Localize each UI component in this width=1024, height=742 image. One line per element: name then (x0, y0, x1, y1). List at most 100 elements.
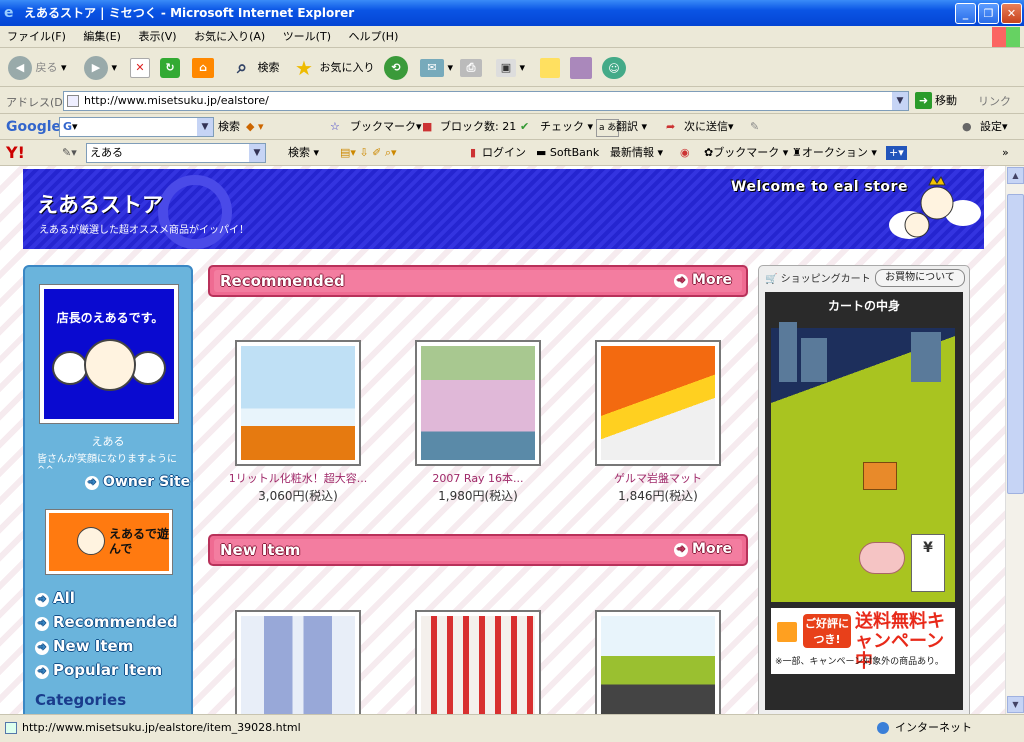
product-image[interactable] (415, 610, 541, 714)
menu-view[interactable]: 表示(V) (131, 26, 183, 48)
nav-recommended-label: Recommended (53, 613, 178, 631)
nav-new-item[interactable]: ➜ New Item (35, 637, 133, 655)
auction-button[interactable]: ♜オークション ▾ (792, 140, 877, 166)
research-button[interactable] (570, 54, 592, 82)
google-search-button[interactable]: 検索 (218, 114, 240, 140)
news-button[interactable]: 最新情報 ▾ (610, 140, 663, 166)
scroll-up-icon[interactable]: ▲ (1007, 167, 1024, 184)
maximize-button[interactable]: ❐ (978, 3, 999, 24)
owner-site-link[interactable]: ➜ Owner Site (85, 474, 190, 490)
window-title-bar[interactable]: e えあるストア | ミセつく - Microsoft Internet Exp… (0, 0, 1024, 26)
product-name[interactable]: 2007 Ray 16本... (388, 470, 568, 486)
yahoo-logo[interactable]: Y! (6, 140, 25, 166)
yahoo-search-button[interactable]: 検索 ▾ (288, 140, 319, 166)
address-url: http://www.misetsuku.jp/ealstore/ (84, 94, 269, 107)
menu-file[interactable]: ファイル(F) (0, 26, 73, 48)
address-input[interactable]: http://www.misetsuku.jp/ealstore/ ▼ (63, 91, 909, 111)
owner-avatar[interactable]: 店長のえあるです。 (39, 284, 179, 424)
arrow-bullet-icon: ➜ (35, 593, 49, 607)
toolbar-overflow-icon[interactable]: » (1002, 140, 1009, 166)
nav-popular-item[interactable]: ➜ Popular Item (35, 661, 162, 679)
product-image[interactable] (235, 610, 361, 714)
product-image[interactable] (595, 610, 721, 714)
pencil-icon[interactable]: ✎▾ (62, 140, 77, 166)
ie-app-icon: e (4, 5, 14, 21)
nav-recommended[interactable]: ➜ Recommended (35, 613, 178, 631)
new-item-more-link[interactable]: ➜ More (674, 541, 732, 557)
edit-button[interactable]: ▣ ▾ (496, 54, 525, 82)
nav-all[interactable]: ➜ All (35, 589, 75, 607)
google-bookmarks-button[interactable]: ブックマーク▾ (350, 114, 422, 140)
stop-button[interactable]: ✕ (130, 54, 150, 82)
research-icon (570, 57, 592, 79)
scroll-thumb[interactable] (1007, 194, 1024, 494)
welcome-banner-text: Welcome to eal store (731, 179, 908, 195)
mail-icon: ✉ (420, 59, 444, 77)
cart-header: 🛒 ショッピングカート (765, 274, 871, 285)
cardboard-box-icon (863, 462, 897, 490)
product-image[interactable] (235, 340, 361, 466)
yahoo-bookmarks-button[interactable]: ✿ブックマーク ▾ (704, 140, 788, 166)
add-button-icon[interactable]: +▾ (886, 146, 907, 160)
settings-button[interactable]: 設定▾ (980, 114, 1008, 140)
play-banner-text: えあるで遊んで (109, 527, 170, 556)
free-shipping-banner[interactable]: ご好評につき! 送料無料キャンペーン中 ※一部、キャンペーン対象外の商品あり。 (771, 608, 955, 674)
menu-bar: ファイル(F) 編集(E) 表示(V) お気に入り(A) ツール(T) ヘルプ(… (0, 26, 1024, 48)
check-button[interactable]: チェック ▾ (540, 114, 593, 140)
close-button[interactable]: ✕ (1001, 3, 1022, 24)
yahoo-tools-icon[interactable]: ▤▾ ⇩ ✐ ⌕▾ (340, 140, 397, 166)
google-more-icon[interactable]: ◆ ▾ (246, 114, 263, 140)
menu-tools[interactable]: ツール(T) (276, 26, 338, 48)
forward-button[interactable]: ▶ ▾ (84, 54, 117, 82)
google-logo[interactable]: Google (6, 114, 61, 140)
notes-button[interactable] (540, 54, 560, 82)
cart-header-label: ショッピングカート (780, 274, 871, 285)
home-icon: ⌂ (192, 58, 214, 78)
back-button[interactable]: ◀ 戻る ▾ (8, 54, 67, 82)
login-button[interactable]: ログイン (482, 140, 526, 166)
forward-arrow-icon: ▶ (84, 56, 108, 80)
page-status-icon (5, 722, 17, 734)
send-to-button[interactable]: 次に送信▾ (684, 114, 734, 140)
google-dropdown-icon[interactable]: ▼ (197, 118, 213, 136)
minimize-button[interactable]: _ (955, 3, 976, 24)
product-image[interactable] (415, 340, 541, 466)
play-banner-background: えあるで遊んで (49, 513, 169, 571)
history-button[interactable]: ⟲ (384, 54, 408, 82)
address-dropdown-icon[interactable]: ▼ (892, 92, 908, 110)
google-toolbar: Google G▾ ▼ 検索 ◆ ▾ ☆ ブックマーク▾ ■ ブロック数: 21… (0, 114, 1024, 140)
softbank-link[interactable]: ▬ SoftBank (536, 140, 599, 166)
home-button[interactable]: ⌂ (192, 54, 214, 82)
go-button[interactable]: ➜ 移動 (915, 92, 957, 110)
store-logo[interactable]: えあるストア (37, 189, 163, 219)
recommended-more-link[interactable]: ➜ More (674, 272, 732, 288)
mail-button[interactable]: ✉ ▾ (420, 54, 453, 82)
google-search-input[interactable]: G▾ ▼ (59, 117, 214, 137)
translate-button[interactable]: 翻訳 ▾ (616, 114, 647, 140)
print-button[interactable]: ⎙ (460, 54, 482, 82)
links-button[interactable]: リンク (978, 93, 1011, 109)
yahoo-search-input[interactable]: えある ▼ (86, 143, 266, 163)
favorites-button[interactable]: ★ お気に入り (292, 54, 374, 82)
refresh-button[interactable]: ↻ (160, 54, 180, 82)
messenger-button[interactable]: ☺ (602, 54, 626, 82)
about-shopping-button[interactable]: お買物について (875, 269, 965, 287)
star-icon: ★ (295, 56, 313, 80)
product-name[interactable]: 1リットル化粧水！超大容... (208, 470, 388, 486)
product-name[interactable]: ゲルマ岩盤マット (568, 470, 748, 486)
globe-icon (877, 722, 889, 734)
popup-blocked-count[interactable]: ブロック数: 21 (440, 114, 516, 140)
nav-new-item-label: New Item (53, 637, 134, 655)
vertical-scrollbar[interactable]: ▲ ▼ (1005, 166, 1024, 714)
play-banner[interactable]: えあるで遊んで (45, 509, 173, 575)
highlighter-icon[interactable]: ✎ (750, 114, 759, 140)
menu-edit[interactable]: 編集(E) (76, 26, 128, 48)
menu-help[interactable]: ヘルプ(H) (342, 26, 406, 48)
product-image[interactable] (595, 340, 721, 466)
building-icon (801, 338, 827, 382)
menu-favorites[interactable]: お気に入り(A) (187, 26, 272, 48)
search-button[interactable]: ⌕ 検索 (230, 54, 280, 82)
yahoo-dropdown-icon[interactable]: ▼ (249, 144, 265, 162)
back-arrow-icon: ◀ (8, 56, 32, 80)
scroll-down-icon[interactable]: ▼ (1007, 696, 1024, 713)
